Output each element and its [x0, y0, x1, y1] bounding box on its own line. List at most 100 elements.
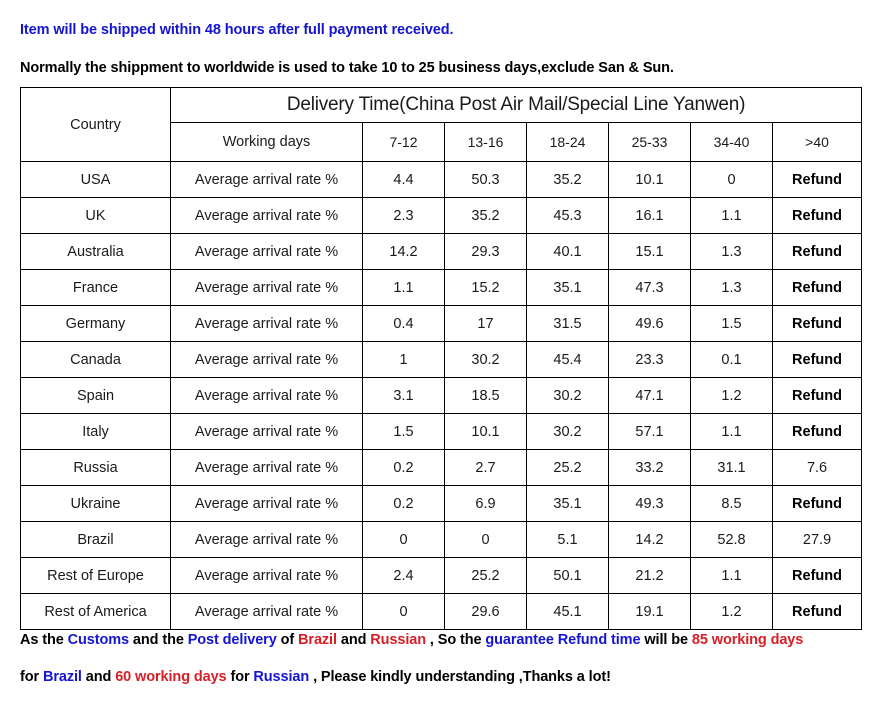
- shipping-info-page: Item will be shipped within 48 hours aft…: [0, 0, 883, 710]
- header-range-18-24: 18-24: [526, 122, 609, 162]
- cell-rate-7-12: 1: [362, 341, 445, 378]
- cell-rate-25-33: 57.1: [608, 413, 691, 450]
- cell-country: Canada: [20, 341, 171, 378]
- cell-rate-13-16: 29.6: [444, 593, 527, 630]
- cell-rate-25-33: 47.3: [608, 269, 691, 306]
- footer-segment: and the: [129, 632, 188, 648]
- cell-rate-34-40: 1.3: [690, 233, 773, 270]
- table-row: Canada Average arrival rate % 1 30.2 45.4 23.…: [20, 341, 863, 378]
- cell-rate-34-40: 8.5: [690, 485, 773, 522]
- cell-metric-label: Average arrival rate %: [170, 377, 363, 414]
- cell-rate->40: Refund: [771, 593, 863, 630]
- cell-rate-34-40: 1.3: [690, 269, 773, 306]
- cell-rate-7-12: 1.1: [362, 269, 445, 306]
- footer-segment: Brazil: [42, 669, 82, 685]
- cell-metric-label: Average arrival rate %: [170, 449, 363, 486]
- cell-rate-13-16: 6.9: [444, 485, 527, 522]
- footer-segment: , So the: [425, 632, 486, 648]
- cell-rate-7-12: 0: [362, 593, 445, 630]
- cell-rate->40: Refund: [771, 557, 863, 594]
- cell-country: Ukraine: [20, 485, 171, 522]
- table-row: Russia Average arrival rate % 0.2 2.7 25.2 33…: [20, 449, 863, 486]
- header-country: Country: [20, 87, 171, 162]
- cell-rate-25-33: 49.3: [608, 485, 691, 522]
- cell-country: Rest of Europe: [20, 557, 171, 594]
- refund-policy-line-2: for Brazil and 60 working days for Russi…: [20, 669, 611, 685]
- cell-rate-7-12: 2.4: [362, 557, 445, 594]
- cell-rate-34-40: 1.1: [690, 197, 773, 234]
- footer-segment: Brazil: [298, 632, 337, 648]
- footer-segment: Customs: [67, 632, 129, 648]
- cell-rate-13-16: 18.5: [444, 377, 527, 414]
- table-row: UK Average arrival rate % 2.3 35.2 45.3 16.1 1…: [20, 197, 863, 234]
- table-row: Germany Average arrival rate % 0.4 17 31.5 49…: [20, 305, 863, 342]
- cell-rate->40: Refund: [771, 413, 863, 450]
- cell-country: UK: [20, 197, 171, 234]
- cell-country: Brazil: [20, 521, 171, 558]
- refund-policy-line-1: As the Customs and the Post delivery of …: [20, 632, 803, 648]
- cell-metric-label: Average arrival rate %: [170, 593, 363, 630]
- footer-segment: will be: [640, 632, 692, 648]
- cell-rate-34-40: 31.1: [690, 449, 773, 486]
- cell-rate->40: Refund: [771, 269, 863, 306]
- cell-rate-13-16: 2.7: [444, 449, 527, 486]
- cell-rate-7-12: 4.4: [362, 161, 445, 198]
- cell-rate-25-33: 33.2: [608, 449, 691, 486]
- cell-rate-7-12: 0.2: [362, 449, 445, 486]
- cell-rate-7-12: 0.2: [362, 485, 445, 522]
- table-row: Australia Average arrival rate % 14.2 29.3 4…: [20, 233, 863, 270]
- cell-country: Germany: [20, 305, 171, 342]
- cell-metric-label: Average arrival rate %: [170, 305, 363, 342]
- cell-rate-18-24: 45.3: [526, 197, 609, 234]
- table-header: Country Delivery Time(China Post Air Mai…: [20, 87, 863, 162]
- cell-rate-25-33: 15.1: [608, 233, 691, 270]
- cell-rate-25-33: 19.1: [608, 593, 691, 630]
- cell-rate-18-24: 31.5: [526, 305, 609, 342]
- cell-rate->40: Refund: [771, 485, 863, 522]
- cell-country: USA: [20, 161, 171, 198]
- cell-metric-label: Average arrival rate %: [170, 197, 363, 234]
- cell-rate-18-24: 35.1: [526, 269, 609, 306]
- footer-segment: 85 working days: [691, 632, 804, 648]
- footer-segment: and: [81, 669, 116, 685]
- cell-rate-34-40: 1.1: [690, 413, 773, 450]
- cell-rate-34-40: 0: [690, 161, 773, 198]
- footer-segment: , Please kindly understanding ,Thanks a …: [309, 669, 611, 685]
- cell-rate-13-16: 25.2: [444, 557, 527, 594]
- cell-rate-25-33: 10.1: [608, 161, 691, 198]
- cell-rate->40: Refund: [771, 305, 863, 342]
- cell-rate-13-16: 29.3: [444, 233, 527, 270]
- table-header-row-top: Country Delivery Time(China Post Air Mai…: [20, 87, 863, 162]
- header-range-25-33: 25-33: [608, 122, 691, 162]
- cell-metric-label: Average arrival rate %: [170, 269, 363, 306]
- cell-rate-25-33: 23.3: [608, 341, 691, 378]
- cell-rate-7-12: 2.3: [362, 197, 445, 234]
- cell-rate-18-24: 5.1: [526, 521, 609, 558]
- cell-rate->40: Refund: [771, 197, 863, 234]
- cell-rate-18-24: 40.1: [526, 233, 609, 270]
- cell-rate->40: Refund: [771, 341, 863, 378]
- cell-rate-34-40: 1.5: [690, 305, 773, 342]
- table-row: Spain Average arrival rate % 3.1 18.5 30.2 47…: [20, 377, 863, 414]
- cell-rate-18-24: 25.2: [526, 449, 609, 486]
- cell-rate-25-33: 49.6: [608, 305, 691, 342]
- table-row: France Average arrival rate % 1.1 15.2 35.1 4…: [20, 269, 863, 306]
- footer-segment: guarantee Refund time: [485, 632, 641, 648]
- cell-rate-7-12: 14.2: [362, 233, 445, 270]
- header-range-34-40: 34-40: [690, 122, 773, 162]
- worldwide-notice-text: Normally the shippment to worldwide is u…: [20, 60, 674, 76]
- cell-rate->40: Refund: [771, 161, 863, 198]
- footer-segment: for: [226, 669, 254, 685]
- footer-segment: and: [336, 632, 371, 648]
- cell-country: Italy: [20, 413, 171, 450]
- cell-rate-34-40: 52.8: [690, 521, 773, 558]
- cell-rate-18-24: 45.4: [526, 341, 609, 378]
- cell-country: Rest of America: [20, 593, 171, 630]
- cell-rate-34-40: 1.1: [690, 557, 773, 594]
- cell-rate->40: Refund: [771, 377, 863, 414]
- footer-segment: Russian: [370, 632, 426, 648]
- cell-rate-25-33: 14.2: [608, 521, 691, 558]
- cell-rate-25-33: 47.1: [608, 377, 691, 414]
- cell-rate-18-24: 30.2: [526, 377, 609, 414]
- table-row: Rest of Europe Average arrival rate % 2.4 2…: [20, 557, 863, 594]
